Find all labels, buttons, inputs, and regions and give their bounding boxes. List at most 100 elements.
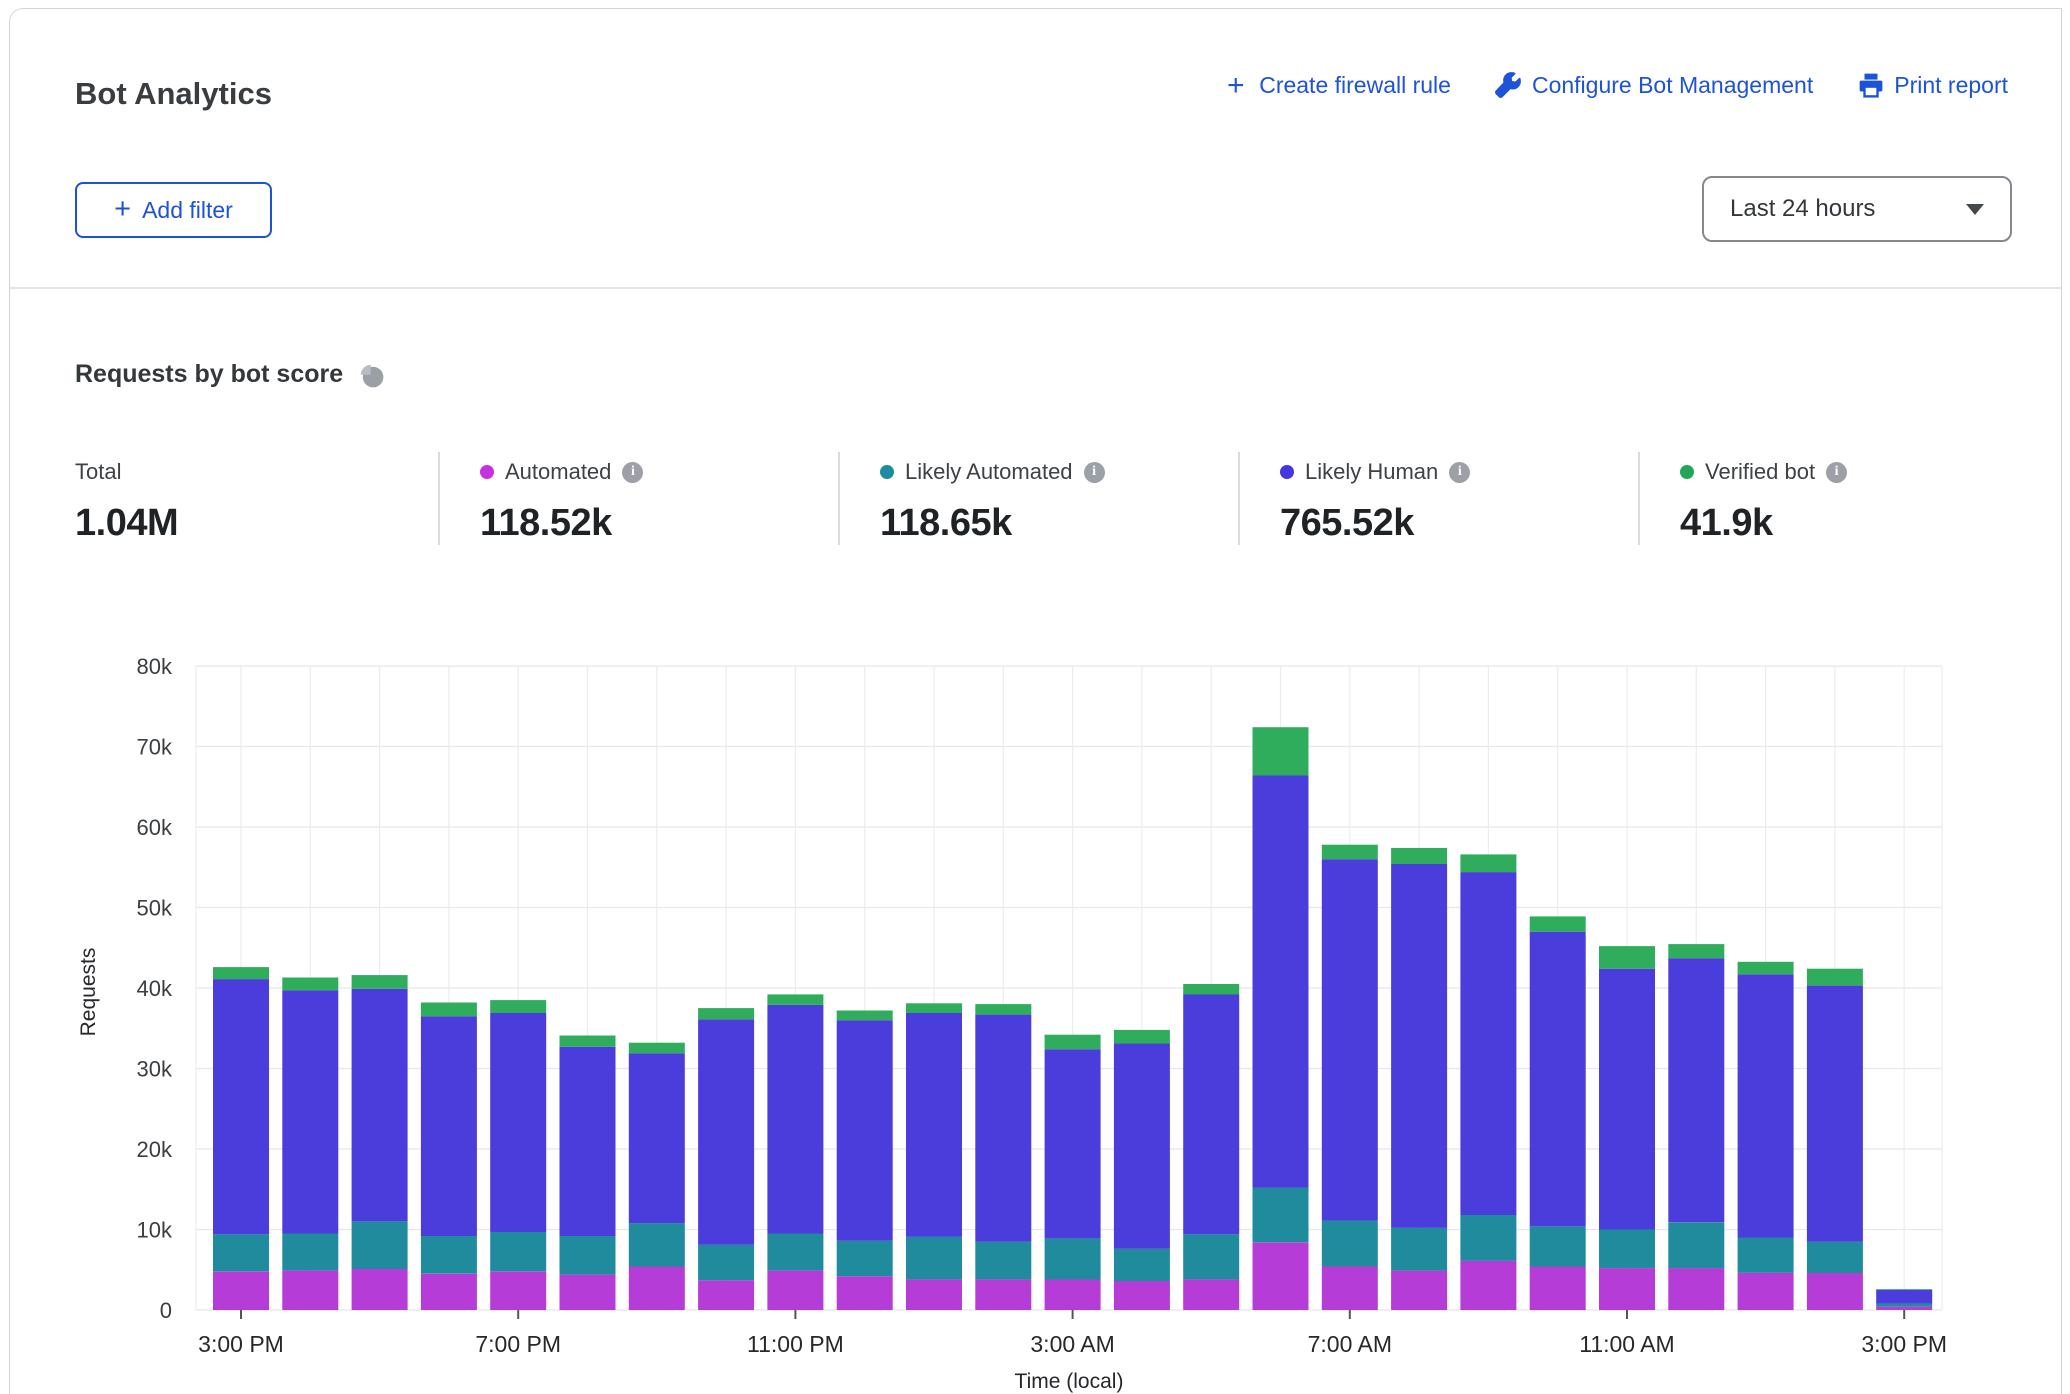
bar-segment-verified-bot[interactable] bbox=[1807, 969, 1863, 986]
bar-segment-likely-automated[interactable] bbox=[490, 1232, 546, 1271]
bar-segment-automated[interactable] bbox=[1807, 1273, 1863, 1310]
bar-segment-verified-bot[interactable] bbox=[282, 978, 338, 991]
bar-segment-automated[interactable] bbox=[352, 1269, 408, 1310]
bar-segment-likely-human[interactable] bbox=[1114, 1044, 1170, 1249]
bar-segment-likely-human[interactable] bbox=[1530, 932, 1586, 1227]
bar-segment-likely-human[interactable] bbox=[1738, 974, 1794, 1237]
bar-segment-likely-automated[interactable] bbox=[352, 1222, 408, 1270]
bar-segment-verified-bot[interactable] bbox=[1114, 1030, 1170, 1044]
info-icon[interactable]: i bbox=[1084, 462, 1105, 483]
bar-segment-likely-automated[interactable] bbox=[906, 1237, 962, 1280]
bar-segment-automated[interactable] bbox=[906, 1279, 962, 1310]
bar-segment-likely-human[interactable] bbox=[1391, 864, 1447, 1228]
bar-segment-likely-human[interactable] bbox=[490, 1013, 546, 1232]
bar-segment-automated[interactable] bbox=[421, 1274, 477, 1310]
bar-segment-likely-human[interactable] bbox=[282, 990, 338, 1233]
bar-segment-likely-automated[interactable] bbox=[1807, 1242, 1863, 1273]
bar-segment-likely-automated[interactable] bbox=[282, 1234, 338, 1271]
bar-segment-likely-automated[interactable] bbox=[1876, 1304, 1932, 1307]
bar-segment-likely-human[interactable] bbox=[1045, 1049, 1101, 1238]
bar-segment-automated[interactable] bbox=[629, 1267, 685, 1311]
bar-segment-likely-automated[interactable] bbox=[1183, 1234, 1239, 1279]
bar-segment-likely-automated[interactable] bbox=[1460, 1215, 1516, 1261]
bar-segment-verified-bot[interactable] bbox=[1460, 854, 1516, 872]
bar-segment-likely-automated[interactable] bbox=[1253, 1188, 1309, 1243]
action-link-print-report[interactable]: Print report bbox=[1857, 72, 2008, 99]
bar-segment-automated[interactable] bbox=[1114, 1281, 1170, 1310]
bar-segment-likely-human[interactable] bbox=[213, 979, 269, 1234]
bar-segment-automated[interactable] bbox=[490, 1271, 546, 1310]
info-icon[interactable]: i bbox=[1449, 462, 1470, 483]
bar-segment-verified-bot[interactable] bbox=[213, 967, 269, 979]
bar-segment-likely-automated[interactable] bbox=[629, 1223, 685, 1267]
bar-segment-likely-human[interactable] bbox=[1876, 1290, 1932, 1304]
bar-segment-verified-bot[interactable] bbox=[629, 1043, 685, 1054]
bar-segment-likely-automated[interactable] bbox=[1322, 1221, 1378, 1267]
info-icon[interactable]: i bbox=[1826, 462, 1847, 483]
bar-segment-likely-automated[interactable] bbox=[213, 1234, 269, 1271]
bar-segment-likely-human[interactable] bbox=[352, 989, 408, 1222]
bar-segment-likely-automated[interactable] bbox=[1599, 1230, 1655, 1269]
bar-segment-likely-human[interactable] bbox=[1322, 859, 1378, 1220]
bar-segment-likely-automated[interactable] bbox=[1738, 1238, 1794, 1273]
bar-segment-automated[interactable] bbox=[1460, 1261, 1516, 1310]
time-range-select[interactable]: Last 24 hours bbox=[1702, 176, 2012, 242]
bar-segment-likely-automated[interactable] bbox=[1391, 1228, 1447, 1271]
bar-segment-verified-bot[interactable] bbox=[1391, 848, 1447, 864]
bar-segment-likely-automated[interactable] bbox=[1530, 1226, 1586, 1266]
bar-segment-verified-bot[interactable] bbox=[1045, 1035, 1101, 1050]
bar-segment-verified-bot[interactable] bbox=[1599, 946, 1655, 969]
bar-segment-verified-bot[interactable] bbox=[1876, 1289, 1932, 1290]
bar-segment-likely-human[interactable] bbox=[837, 1020, 893, 1241]
bar-segment-automated[interactable] bbox=[1876, 1307, 1932, 1310]
bar-segment-automated[interactable] bbox=[1183, 1279, 1239, 1310]
bar-segment-automated[interactable] bbox=[213, 1271, 269, 1310]
bar-segment-likely-automated[interactable] bbox=[421, 1236, 477, 1274]
bar-segment-automated[interactable] bbox=[1045, 1279, 1101, 1310]
action-link-configure-bot-management[interactable]: Configure Bot Management bbox=[1495, 72, 1813, 99]
bar-segment-automated[interactable] bbox=[1391, 1271, 1447, 1310]
bar-segment-likely-automated[interactable] bbox=[1668, 1222, 1724, 1268]
bar-segment-likely-human[interactable] bbox=[906, 1013, 962, 1237]
bar-segment-verified-bot[interactable] bbox=[352, 975, 408, 989]
info-icon[interactable]: i bbox=[622, 462, 643, 483]
bar-segment-verified-bot[interactable] bbox=[1738, 962, 1794, 975]
bar-segment-automated[interactable] bbox=[282, 1271, 338, 1310]
bar-segment-verified-bot[interactable] bbox=[490, 1000, 546, 1013]
bar-segment-likely-human[interactable] bbox=[975, 1015, 1031, 1242]
bar-segment-likely-human[interactable] bbox=[1599, 969, 1655, 1230]
bar-segment-likely-human[interactable] bbox=[698, 1019, 754, 1244]
bar-segment-automated[interactable] bbox=[1738, 1273, 1794, 1310]
bar-segment-verified-bot[interactable] bbox=[698, 1008, 754, 1019]
bar-segment-likely-automated[interactable] bbox=[837, 1241, 893, 1276]
bar-segment-automated[interactable] bbox=[975, 1279, 1031, 1310]
bar-segment-likely-automated[interactable] bbox=[767, 1234, 823, 1271]
bar-segment-automated[interactable] bbox=[837, 1276, 893, 1310]
bar-segment-verified-bot[interactable] bbox=[906, 1003, 962, 1013]
bar-segment-likely-automated[interactable] bbox=[975, 1242, 1031, 1280]
bar-segment-likely-human[interactable] bbox=[1668, 958, 1724, 1222]
bar-segment-likely-human[interactable] bbox=[1460, 872, 1516, 1215]
bar-segment-likely-automated[interactable] bbox=[1114, 1249, 1170, 1281]
bar-segment-automated[interactable] bbox=[560, 1275, 616, 1310]
bar-segment-automated[interactable] bbox=[1530, 1267, 1586, 1311]
bar-segment-verified-bot[interactable] bbox=[560, 1036, 616, 1047]
bar-segment-verified-bot[interactable] bbox=[1668, 944, 1724, 958]
bar-segment-likely-human[interactable] bbox=[1183, 994, 1239, 1234]
bar-segment-automated[interactable] bbox=[1253, 1242, 1309, 1310]
bar-segment-verified-bot[interactable] bbox=[1322, 845, 1378, 860]
bar-segment-likely-human[interactable] bbox=[1253, 776, 1309, 1188]
bar-segment-automated[interactable] bbox=[767, 1271, 823, 1310]
bar-segment-likely-human[interactable] bbox=[560, 1047, 616, 1236]
bar-segment-likely-human[interactable] bbox=[629, 1053, 685, 1223]
bar-segment-automated[interactable] bbox=[1599, 1268, 1655, 1310]
bar-segment-likely-automated[interactable] bbox=[560, 1236, 616, 1275]
bar-segment-verified-bot[interactable] bbox=[1183, 984, 1239, 995]
bar-segment-verified-bot[interactable] bbox=[975, 1004, 1031, 1015]
bar-segment-automated[interactable] bbox=[1322, 1267, 1378, 1311]
bar-segment-likely-automated[interactable] bbox=[1045, 1238, 1101, 1279]
bar-segment-verified-bot[interactable] bbox=[1253, 727, 1309, 775]
bar-segment-likely-human[interactable] bbox=[1807, 986, 1863, 1242]
action-link-create-firewall-rule[interactable]: +Create firewall rule bbox=[1222, 72, 1451, 99]
add-filter-button[interactable]: + Add filter bbox=[75, 182, 272, 238]
